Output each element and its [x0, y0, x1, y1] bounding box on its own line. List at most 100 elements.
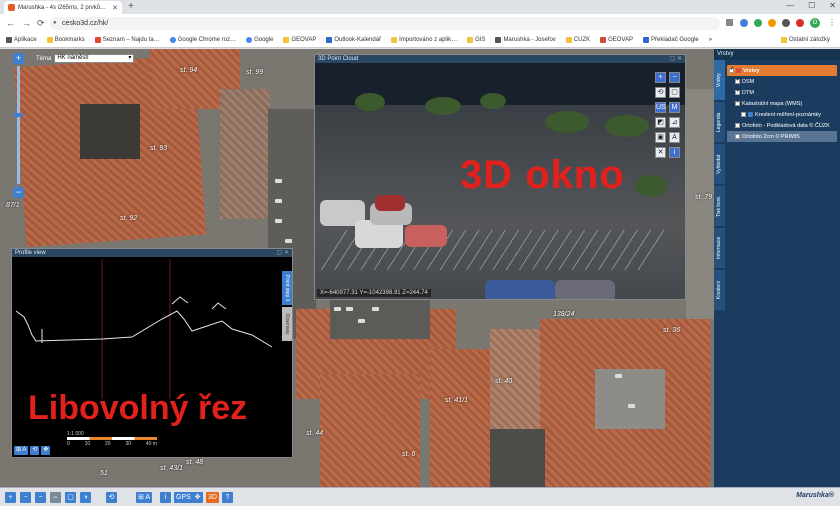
layer-group-header[interactable]: Vrstvy: [727, 65, 837, 76]
zoom-out-tool-icon[interactable]: −: [669, 72, 680, 83]
tab-drawing[interactable]: Kreslení: [714, 270, 725, 310]
bookmarks-more-button[interactable]: »: [709, 37, 712, 43]
forward-button[interactable]: →: [22, 18, 31, 28]
new-tab-button[interactable]: +: [128, 1, 134, 12]
bookmark-item[interactable]: Marushka - Josefov: [495, 37, 556, 43]
tab-search[interactable]: Vyhledat: [714, 144, 725, 184]
layer-item[interactable]: Ortofoto - Podkladová data © ČÚZK: [727, 120, 837, 131]
minimize-button[interactable]: —: [786, 1, 794, 10]
tab-title: Marushka - 4s i265ms, 2 prvků…: [18, 4, 107, 11]
zoom-line-button[interactable]: −: [35, 492, 46, 503]
bookmark-item[interactable]: Outlook-Kalendář: [326, 37, 381, 43]
refresh-button[interactable]: ⟲: [106, 492, 117, 503]
layer-item[interactable]: Katastrální mapa (WMS): [727, 98, 837, 109]
parcel-label: st. 43/1: [160, 465, 183, 472]
clear-tool-icon[interactable]: ✕: [655, 147, 666, 158]
bookmark-item[interactable]: GEOVAP: [283, 37, 316, 43]
annotation-tool-icon[interactable]: A: [669, 132, 680, 143]
maximize-button[interactable]: ☐: [808, 1, 815, 10]
extension-red-icon[interactable]: [796, 19, 804, 27]
extension-dark-icon[interactable]: [782, 19, 790, 27]
profile-reset-button[interactable]: ⟲: [30, 446, 40, 455]
volume-tool-icon[interactable]: ▣: [655, 132, 666, 143]
profile-pan-button[interactable]: ✥: [41, 446, 51, 455]
help-button[interactable]: ?: [222, 492, 233, 503]
frame-tool-icon[interactable]: ▢: [669, 87, 680, 98]
layer-checkbox[interactable]: [735, 88, 740, 95]
zoom-slider[interactable]: + −: [13, 53, 24, 198]
zoom-in-tool-icon[interactable]: +: [655, 72, 666, 83]
window-controls[interactable]: ▢ ✕: [670, 55, 682, 63]
star-icon[interactable]: [740, 19, 748, 27]
zoom-thumb[interactable]: [14, 113, 23, 117]
extension-orange-icon[interactable]: [768, 19, 776, 27]
layer-checkbox[interactable]: [735, 123, 740, 128]
clip-tool-icon[interactable]: ◩: [655, 117, 666, 128]
view-tool-icon[interactable]: US: [655, 102, 666, 113]
profile-avatar[interactable]: O: [810, 18, 820, 28]
menu-icon[interactable]: ⋮: [828, 18, 836, 27]
layer-item[interactable]: DSM: [727, 76, 837, 87]
layer-item[interactable]: Kreslení-měření-poznámky: [727, 109, 837, 120]
layer-checkbox[interactable]: [729, 66, 734, 73]
zoom-box-button[interactable]: ▢: [65, 492, 76, 503]
zoom-out-button[interactable]: −: [20, 492, 31, 503]
profile-view-window[interactable]: Profile view ▢ ✕ Libovolný řez Point ste…: [11, 248, 293, 458]
bookmark-item[interactable]: CUZK: [565, 37, 590, 43]
point-cloud-titlebar[interactable]: 3D Point Cloud ▢ ✕: [315, 55, 685, 63]
bookmark-item[interactable]: Bookmarks: [46, 37, 85, 43]
bookmark-item[interactable]: Překladač Google: [643, 37, 699, 43]
bookmark-item[interactable]: GIS: [467, 37, 485, 43]
rotate-tool-icon[interactable]: ⟲: [655, 87, 666, 98]
layer-checkbox[interactable]: [735, 77, 740, 84]
pan-button[interactable]: ⇔: [50, 492, 61, 503]
measure-tool-icon[interactable]: M: [669, 102, 680, 113]
back-button[interactable]: ←: [6, 18, 15, 28]
layers-button[interactable]: ⊞ A: [136, 492, 153, 503]
bookmark-item[interactable]: Google Chrome roz…: [169, 37, 236, 43]
angle-tool-icon[interactable]: ⊿: [669, 117, 680, 128]
tab-close-icon[interactable]: ✕: [112, 4, 118, 12]
zoom-in-button[interactable]: +: [13, 53, 24, 64]
layer-item[interactable]: Ortofoto 2cm © PRIMIS: [727, 131, 837, 142]
info-tool-icon[interactable]: i: [669, 147, 680, 158]
extension-green-icon[interactable]: [754, 19, 762, 27]
reload-button[interactable]: ⟳: [37, 18, 45, 29]
tab-information[interactable]: Informace: [714, 228, 725, 268]
theme-dropdown[interactable]: HK náměstí: [54, 54, 135, 63]
gps-button[interactable]: GPS: [174, 492, 193, 503]
3d-button[interactable]: 3D: [206, 492, 219, 503]
profile-view-titlebar[interactable]: Profile view ▢ ✕: [12, 249, 292, 257]
tab-layers[interactable]: Vrstvy: [714, 60, 725, 100]
layer-checkbox[interactable]: [735, 134, 740, 139]
address-bar[interactable]: ● cesko3d.cz/hk/: [50, 17, 720, 30]
tab-legend[interactable]: Legenda: [714, 102, 725, 142]
layer-checkbox[interactable]: [735, 99, 740, 106]
bookmark-item[interactable]: Importováno z aplik…: [391, 37, 457, 43]
measure-button[interactable]: ✥: [192, 492, 203, 503]
zoom-track[interactable]: [17, 66, 20, 184]
zoom-out-button[interactable]: −: [13, 187, 24, 198]
downsample-tab[interactable]: Downsay: [282, 307, 292, 341]
window-controls[interactable]: ▢ ✕: [277, 249, 289, 257]
point-step-tab[interactable]: Point step 1: [282, 271, 292, 305]
other-bookmarks[interactable]: Ostatní záložky: [780, 37, 830, 43]
bookmark-item[interactable]: Google: [246, 37, 273, 43]
layer-item[interactable]: DTM: [727, 87, 837, 98]
zoom-in-button[interactable]: +: [5, 492, 16, 503]
layer-checkbox[interactable]: [741, 112, 746, 117]
bookmark-item[interactable]: Seznam – Najdu ta…: [94, 37, 160, 43]
point-cloud-window[interactable]: 3D Point Cloud ▢ ✕ 3D okno + − ⟲ ▢ US M …: [314, 54, 686, 300]
browser-tab-strip: Marushka - 4s i265ms, 2 prvků… ✕ + — ☐ ✕: [0, 0, 840, 14]
close-window-button[interactable]: ✕: [829, 1, 836, 10]
full-extent-button[interactable]: ◑: [80, 492, 91, 503]
tab-print[interactable]: Tisk kont.: [714, 186, 725, 226]
profile-layers-button[interactable]: ⊞ A: [14, 446, 29, 455]
info-button[interactable]: i: [160, 492, 171, 503]
layers-panel: Vrstvy Vrstvy Legenda Vyhledat Tisk kont…: [714, 49, 840, 487]
bookmark-item[interactable]: Aplikace: [6, 37, 37, 43]
map-canvas[interactable]: st. 94 st. 93 st. 92 st. 99 st. 79 st. 3…: [0, 49, 714, 487]
browser-tab[interactable]: Marushka - 4s i265ms, 2 prvků… ✕: [4, 1, 122, 14]
bookmark-item[interactable]: GEOVAP: [600, 37, 633, 43]
search-icon[interactable]: [726, 19, 733, 26]
